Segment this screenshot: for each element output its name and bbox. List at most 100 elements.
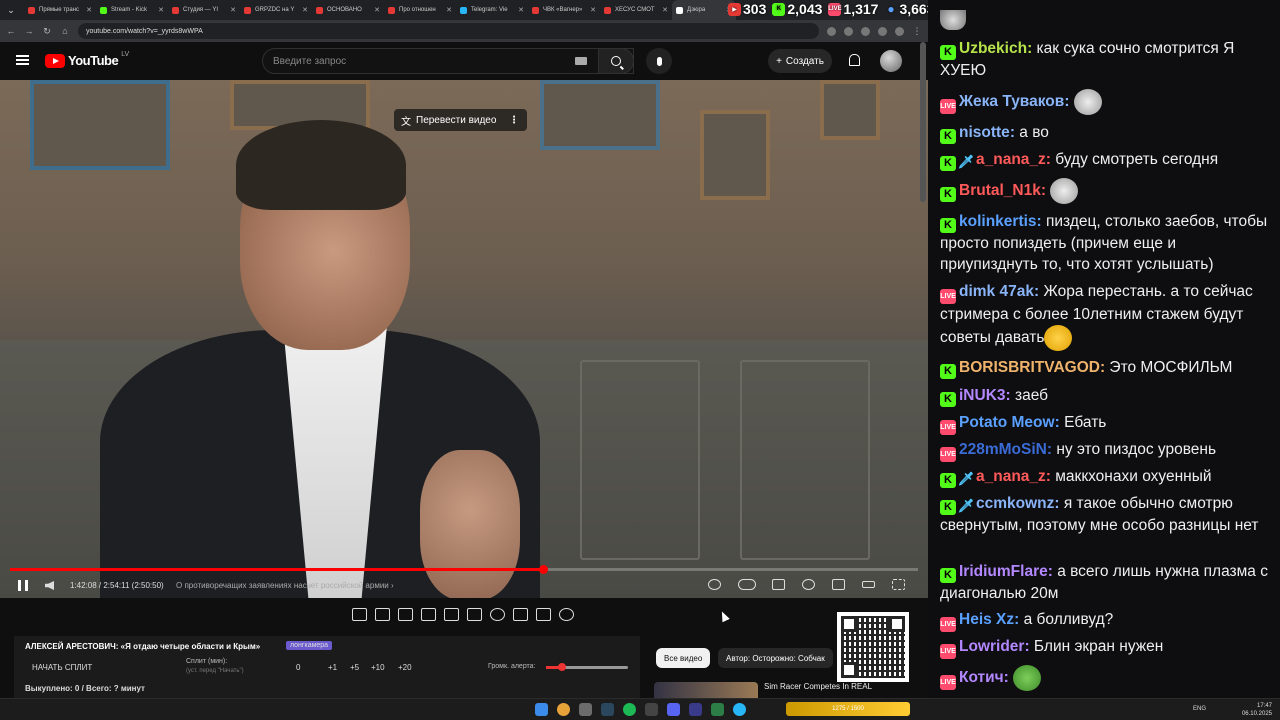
chapter-title[interactable]: О противоречащих заявлениях насчет росси… [176,581,394,590]
close-tab-icon[interactable]: ✕ [374,6,380,14]
browser-tab[interactable]: Студия — YI ✕ [168,0,240,20]
chat-username[interactable]: a_nana_z [976,468,1046,485]
clip-icon[interactable] [421,608,436,621]
search-input[interactable]: Введите запрос [262,48,634,74]
extension-icon[interactable] [844,26,853,36]
miniplayer-icon[interactable] [832,579,845,590]
translate-video-button[interactable]: 文 Перевести видео ⋮ [394,109,527,131]
chat-username[interactable]: kolinkertis [959,213,1037,230]
settings-icon[interactable] [559,608,574,621]
related-video-title[interactable]: Sim Racer Competes In REAL [764,682,872,691]
loop-icon[interactable] [352,608,367,621]
volume-icon[interactable] [45,581,54,590]
fullscreen-icon[interactable] [892,579,905,590]
more-icon[interactable]: ⋮ [509,115,519,126]
notifications-icon[interactable] [849,54,860,66]
download-icon[interactable] [878,26,887,36]
browser-tab[interactable]: ОСНОВАНО ✕ [312,0,384,20]
browser-tab[interactable]: ХЕСУС СМОТ ✕ [600,0,672,20]
chip-author[interactable]: Автор: Осторожно: Собчак [718,648,833,668]
app-icon[interactable] [579,703,592,716]
chat-username[interactable]: Potato Meow [959,414,1055,431]
increment-1-button[interactable]: +1 [328,663,337,672]
spotify-icon[interactable] [623,703,636,716]
close-tab-icon[interactable]: ✕ [230,6,236,14]
chat-username[interactable]: Brutal_N1k [959,182,1041,199]
menu-icon[interactable] [16,55,29,65]
chat-username[interactable]: ccmkownz [976,495,1054,512]
reload-icon[interactable]: ↻ [42,26,52,37]
chat-username[interactable]: Heis Xz [959,611,1014,628]
account-avatar[interactable] [880,50,902,72]
autoplay-toggle[interactable] [738,579,756,590]
increment-20-button[interactable]: +20 [398,663,412,672]
video-player[interactable]: 文 Перевести видео ⋮ 1:42:08 / 2:54:11 (2… [0,80,928,598]
increment-10-button[interactable]: +10 [371,663,385,672]
close-tab-icon[interactable]: ✕ [446,6,452,14]
theater-mode-icon[interactable] [862,581,875,588]
home-icon[interactable]: ⌂ [60,26,70,36]
add-icon[interactable] [513,608,528,621]
related-video-thumbnail[interactable] [654,682,758,698]
extension-icon[interactable] [827,26,836,36]
chat-username[interactable]: dimk 47ak [959,283,1034,300]
filter-icon[interactable] [398,608,413,621]
browser-tab[interactable]: Telegram: Vie ✕ [456,0,528,20]
app-icon[interactable] [645,703,658,716]
create-button[interactable]: + Создать [768,49,832,73]
browser-tab[interactable]: Про отношен ✕ [384,0,456,20]
search-button[interactable] [598,48,634,74]
sponsor-icon[interactable] [708,579,721,590]
menu-icon[interactable]: ⋮ [912,26,922,37]
browser-tab[interactable]: Stream - Kick ✕ [96,0,168,20]
tab-list-button[interactable]: ⌄ [4,3,18,17]
url-field[interactable]: youtube.com/watch?v=_yyrds8wWPA [78,23,819,39]
chat-username[interactable]: IridiumFlare [959,563,1048,580]
audio-icon[interactable] [375,608,390,621]
browser-tab[interactable]: Дзюра✕ [672,0,736,20]
pause-icon[interactable] [18,580,28,591]
screenshot-icon[interactable] [536,608,551,621]
browser-tab[interactable]: GRPZDC на Y ✕ [240,0,312,20]
app-icon[interactable] [689,703,702,716]
back-icon[interactable]: ← [6,26,16,36]
increment-5-button[interactable]: +5 [350,663,359,672]
language-indicator[interactable]: ENG [1193,706,1206,712]
chat-username[interactable]: Lowrider [959,638,1024,655]
steam-icon[interactable] [601,703,614,716]
speed-icon[interactable] [490,608,505,621]
keyboard-icon[interactable] [575,57,587,65]
browser-tab[interactable]: Прямые транс ✕ [24,0,96,20]
chat-username[interactable]: Котич [959,669,1004,686]
scrollbar[interactable] [920,42,926,202]
settings-icon[interactable] [802,579,815,590]
alert-volume-slider[interactable] [546,663,628,671]
chat-username[interactable]: iNUK3 [959,387,1006,404]
close-tab-icon[interactable]: ✕ [590,6,596,14]
seek-handle[interactable] [538,565,548,574]
chat-username[interactable]: nisotte [959,124,1010,141]
crop-icon[interactable] [444,608,459,621]
clock[interactable]: 17:47 06.10.2025 [1242,702,1272,718]
extension-icon[interactable] [861,26,870,36]
forward-icon[interactable]: → [24,26,34,36]
close-tab-icon[interactable]: ✕ [662,6,668,14]
chrome-icon[interactable] [557,703,570,716]
chat-username[interactable]: BORISBRITVAGOD [959,359,1100,376]
discord-icon[interactable] [667,703,680,716]
alert-volume-handle[interactable] [558,663,567,671]
youtube-logo[interactable]: YouTube LV [45,51,129,68]
start-icon[interactable] [535,703,548,716]
split-value[interactable]: 0 [296,663,300,672]
close-tab-icon[interactable]: ✕ [158,6,164,14]
app-icon[interactable] [711,703,724,716]
close-tab-icon[interactable]: ✕ [302,6,308,14]
start-split-button[interactable]: НАЧАТЬ СПЛИТ [32,663,92,672]
seek-bar[interactable] [10,565,918,574]
telegram-icon[interactable] [733,703,746,716]
frames-icon[interactable] [467,608,482,621]
chat-username[interactable]: Uzbekich [959,40,1027,57]
chat-username[interactable]: Жека Туваков [959,93,1064,110]
close-tab-icon[interactable]: ✕ [518,6,524,14]
voice-search-button[interactable] [646,48,672,74]
